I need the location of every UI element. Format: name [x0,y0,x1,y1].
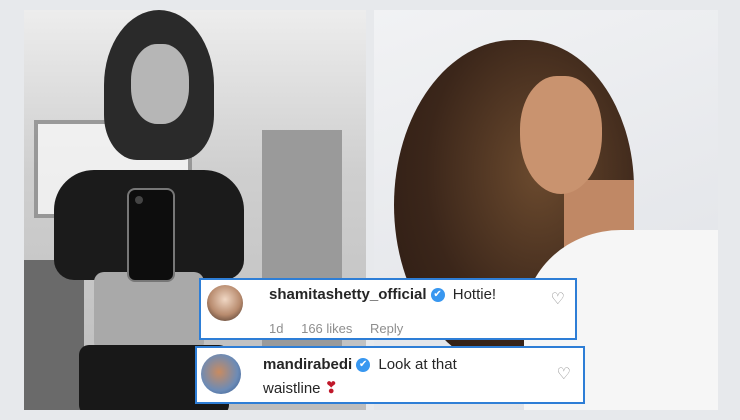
face-shape [520,76,602,194]
comment-username[interactable]: mandirabedi [263,356,352,373]
comment-time: 1d [269,321,284,336]
collage-frame: shamitashetty_official ✔ Hottie! 1d 166 l… [0,0,740,420]
verified-badge-icon: ✔ [430,288,445,303]
heart-exclamation-emoji-icon: ❣ [324,380,338,397]
comment-text-continued: waistline [263,380,321,397]
avatar[interactable] [207,285,243,321]
comment-line: mandirabedi ✔ Look at that [263,356,457,373]
comment-line-continued: waistline ❣ [263,378,338,398]
phone-in-hand [127,188,175,282]
avatar[interactable] [201,354,241,394]
comment-likes[interactable]: 166 likes [301,321,352,336]
midriff [94,272,204,352]
furniture-background [24,260,84,410]
comment-text: Look at that [378,356,457,373]
comment-card-mandirabedi: mandirabedi ✔ Look at that waistline ❣ ♡ [195,346,585,404]
comment-username[interactable]: shamitashetty_official [269,286,427,303]
comment-card-shamitashetty: shamitashetty_official ✔ Hottie! 1d 166 l… [199,278,577,340]
comment-line: shamitashetty_official ✔ Hottie! [269,286,496,303]
reply-button[interactable]: Reply [370,321,403,336]
verified-badge-icon: ✔ [356,358,371,373]
face-shape [131,44,189,124]
like-heart-icon[interactable]: ♡ [557,364,571,384]
like-heart-icon[interactable]: ♡ [551,289,565,309]
comment-meta: 1d 166 likes Reply [269,321,417,336]
comment-text: Hottie! [452,286,497,303]
